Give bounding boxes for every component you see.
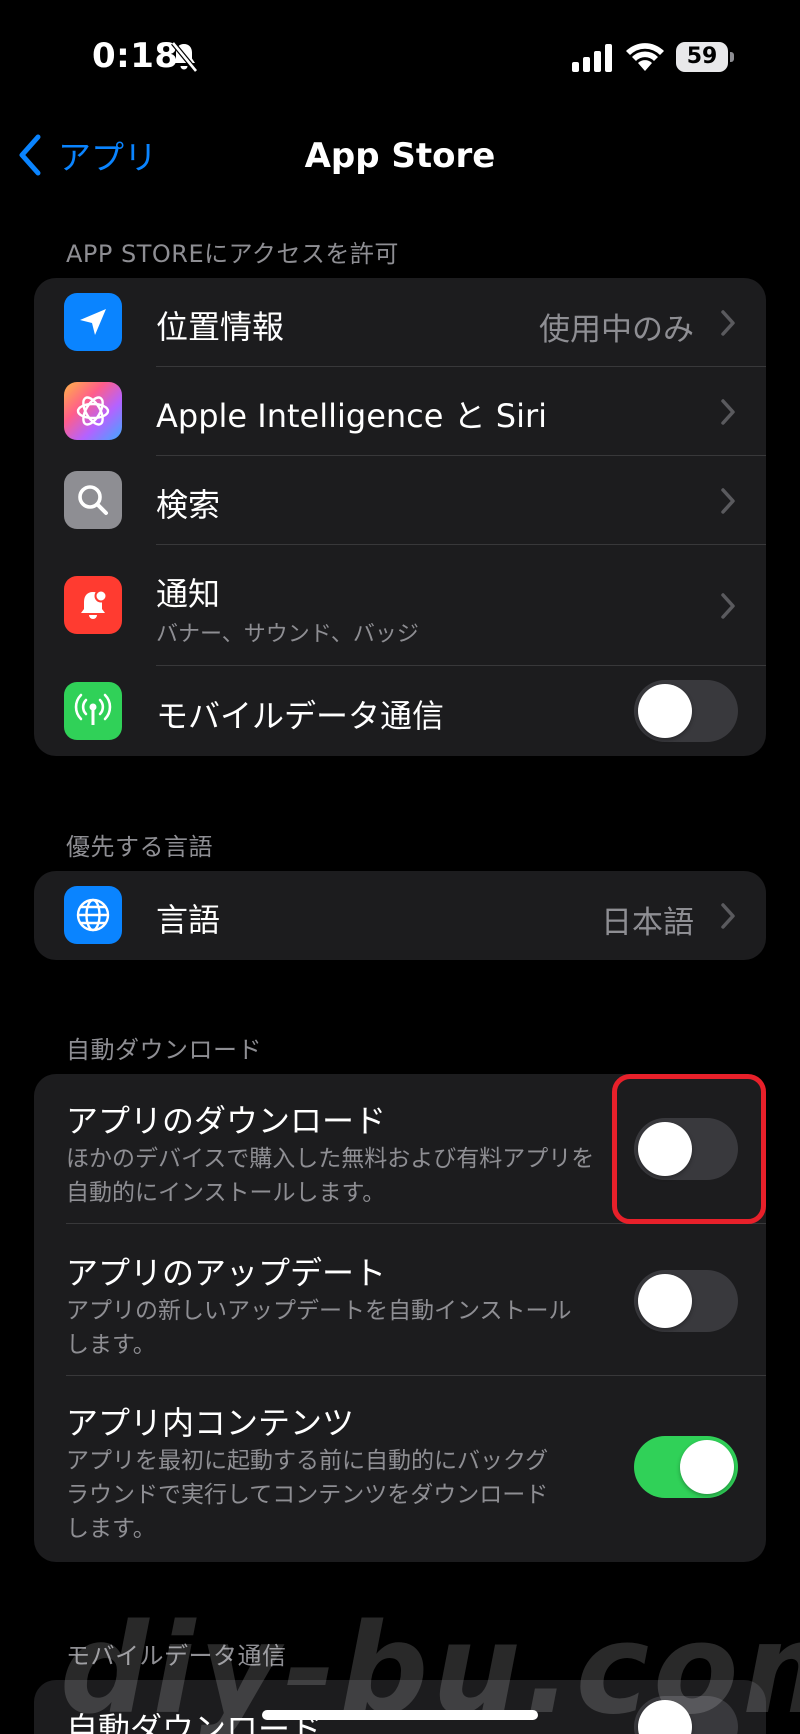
- row-cellular: モバイルデータ通信: [34, 666, 766, 756]
- globe-icon: [64, 886, 122, 944]
- battery-level: 59: [686, 44, 718, 69]
- language-group: 言語 日本語: [34, 871, 766, 960]
- row-siri[interactable]: Apple Intelligence と Siri: [34, 367, 766, 456]
- row-description-line: 自動的にインストールします。: [66, 1180, 386, 1206]
- location-arrow-icon: [64, 293, 122, 351]
- section-header-language: 優先する言語: [66, 833, 213, 861]
- section-header-auto-download: 自動ダウンロード: [66, 1036, 262, 1064]
- cellular-signal-icon: [572, 44, 612, 72]
- bell-muted-icon: [171, 41, 198, 73]
- antenna-icon: [64, 682, 122, 740]
- chevron-right-icon: [721, 903, 735, 929]
- row-description-line: ほかのデバイスで購入した無料および有料アプリを: [66, 1146, 595, 1172]
- status-bar: 0:18 59: [0, 0, 800, 116]
- app-updates-toggle[interactable]: [634, 1270, 738, 1332]
- battery-icon: 59: [676, 42, 734, 72]
- chevron-right-icon: [721, 310, 735, 336]
- row-description-line: します。: [66, 1332, 156, 1358]
- row-value: 使用中のみ: [539, 312, 694, 348]
- row-description-line: アプリの新しいアップデートを自動インストール: [66, 1298, 572, 1324]
- row-description-line: します。: [66, 1516, 156, 1542]
- row-label: アプリのダウンロード: [66, 1102, 387, 1140]
- row-language[interactable]: 言語 日本語: [34, 871, 766, 960]
- cellular-toggle[interactable]: [634, 680, 738, 742]
- row-in-app-content: アプリ内コンテンツ アプリを最初に起動する前に自動的にバックグ ラウンドで実行し…: [34, 1376, 766, 1562]
- row-search[interactable]: 検索: [34, 456, 766, 545]
- row-label: モバイルデータ通信: [156, 697, 445, 735]
- row-sublabel: バナー、サウンド、バッジ: [156, 622, 419, 647]
- in-app-content-toggle[interactable]: [634, 1436, 738, 1498]
- row-notifications[interactable]: 通知 バナー、サウンド、バッジ: [34, 545, 766, 666]
- row-label: アプリのアップデート: [66, 1254, 387, 1292]
- highlight-annotation: [612, 1074, 766, 1224]
- notification-bell-icon: [64, 576, 122, 634]
- row-label: Apple Intelligence と Siri: [156, 397, 548, 435]
- navigation-bar: アプリ App Store: [0, 116, 800, 192]
- page-title: App Store: [304, 136, 496, 176]
- row-description-line: ラウンドで実行してコンテンツをダウンロード: [66, 1482, 549, 1508]
- magnifier-icon: [64, 471, 122, 529]
- row-label: 通知: [156, 575, 221, 613]
- apple-intelligence-icon: [64, 382, 122, 440]
- chevron-right-icon: [721, 593, 735, 619]
- access-group: 位置情報 使用中のみ Apple Intelligence と Siri 検索: [34, 278, 766, 756]
- row-location[interactable]: 位置情報 使用中のみ: [34, 278, 766, 367]
- row-description-line: アプリを最初に起動する前に自動的にバックグ: [66, 1448, 549, 1474]
- section-header-access: APP STOREにアクセスを許可: [66, 240, 399, 268]
- row-label: 言語: [156, 901, 221, 939]
- row-value: 日本語: [601, 905, 694, 941]
- row-label: 位置情報: [156, 308, 285, 346]
- chevron-right-icon: [721, 399, 735, 425]
- status-time: 0:18: [92, 36, 179, 76]
- row-label: アプリ内コンテンツ: [66, 1404, 355, 1442]
- row-label: 検索: [156, 486, 221, 524]
- wifi-icon: [626, 43, 664, 71]
- chevron-right-icon: [721, 488, 735, 514]
- row-app-updates: アプリのアップデート アプリの新しいアップデートを自動インストール します。: [34, 1224, 766, 1376]
- home-indicator[interactable]: [262, 1710, 538, 1720]
